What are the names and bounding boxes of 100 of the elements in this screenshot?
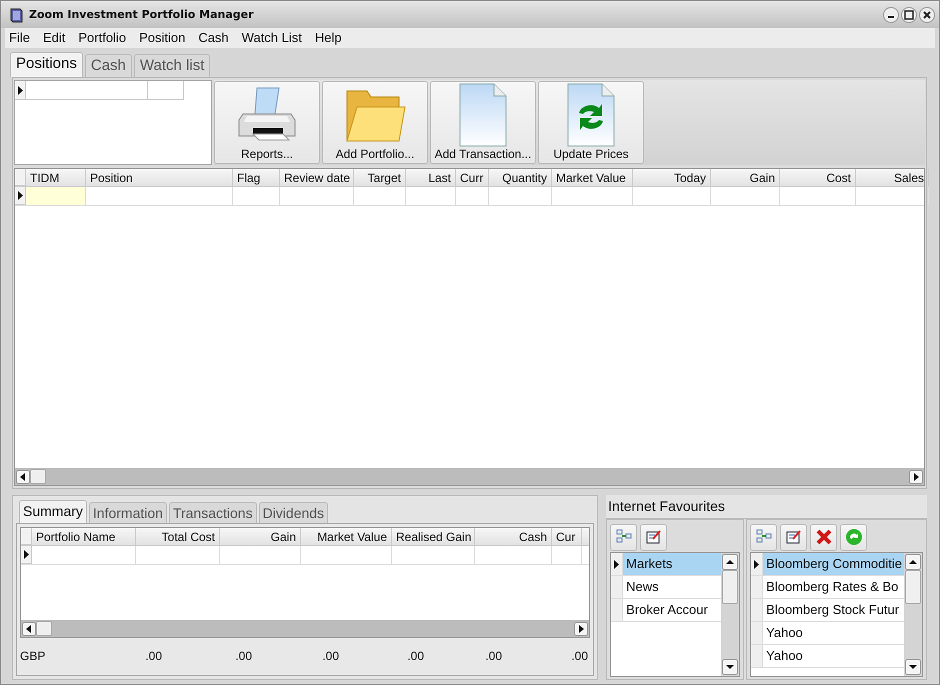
total-value: .00 <box>234 648 252 662</box>
edit-icon <box>644 528 663 546</box>
column-header[interactable]: Curr <box>456 169 489 186</box>
menu-item[interactable]: Portfolio <box>78 30 126 46</box>
column-header[interactable]: Realised Gain <box>392 528 475 545</box>
tab[interactable]: Information <box>88 502 167 523</box>
panel-title: Internet Favourites <box>606 495 927 519</box>
menu-item[interactable]: Position <box>139 30 186 46</box>
window-title: Zoom Investment Portfolio Manager <box>29 8 255 21</box>
column-header[interactable]: Gain <box>711 169 780 186</box>
column-header[interactable]: Quantity <box>489 169 552 186</box>
tab[interactable]: Watch list <box>134 54 210 77</box>
toolbar-button[interactable]: Reports... <box>214 81 320 164</box>
column-header[interactable]: Cost <box>780 169 856 186</box>
list-item[interactable]: News <box>623 576 722 598</box>
total-value: .00 <box>406 648 424 662</box>
row-indicator-icon <box>754 560 760 568</box>
column-header[interactable]: Last <box>406 169 456 186</box>
scroll-left-button <box>16 470 30 484</box>
column-header[interactable]: Gain <box>220 528 301 545</box>
menu-item[interactable]: Help <box>314 30 342 46</box>
total-value: .00 <box>321 648 339 662</box>
tab[interactable]: Summary <box>19 500 87 523</box>
menu-item[interactable]: Cash <box>198 30 229 46</box>
horizontal-scrollbar[interactable] <box>15 468 924 485</box>
column-header[interactable]: Today <box>633 169 711 186</box>
list-item[interactable]: Yahoo <box>763 622 904 644</box>
summary-table[interactable]: Portfolio Name Total Cost Gain Market Value Realised Gain Cash Cur <box>20 527 590 638</box>
menu-item[interactable]: Edit <box>42 30 66 46</box>
scroll-right-button <box>909 470 923 484</box>
scroll-left-button <box>22 622 36 636</box>
list-item[interactable]: Bloomberg Stock Futur <box>763 599 904 621</box>
column-header[interactable]: Portfolio Name <box>32 528 136 545</box>
column-header[interactable]: Sales <box>856 169 929 186</box>
column-header[interactable]: Position <box>86 169 233 186</box>
tab[interactable]: Positions <box>10 52 83 77</box>
menu-item[interactable]: Watch List <box>242 30 302 46</box>
column-header[interactable]: Market Value <box>301 528 392 545</box>
list-item[interactable]: Yahoo <box>763 645 904 667</box>
column-header[interactable]: Flag <box>233 169 280 186</box>
maximize-button[interactable] <box>901 6 917 22</box>
close-button[interactable] <box>919 6 935 22</box>
total-value: .00 <box>144 648 162 662</box>
scrollbar-thumb[interactable] <box>36 621 52 636</box>
edit-icon <box>784 528 803 546</box>
scroll-up-button <box>905 554 921 570</box>
row-header[interactable] <box>751 553 764 575</box>
row-header[interactable] <box>15 81 26 100</box>
printer-icon <box>237 86 297 144</box>
column-header[interactable]: Cash <box>475 528 552 545</box>
delete-icon <box>814 528 833 546</box>
toolbar-button[interactable]: Update Prices <box>538 81 644 164</box>
toolbar-button[interactable]: Add Transaction... <box>430 81 536 164</box>
menu-item[interactable]: File <box>9 30 30 46</box>
tab[interactable]: Transactions <box>168 502 257 523</box>
row-header[interactable] <box>15 187 26 205</box>
total-value: GBP <box>20 648 46 662</box>
link-list[interactable]: Bloomberg Commoditie Bloomberg Rates & Bo Bloomberg Stock Futur Yahoo Yahoo <box>750 552 923 677</box>
scroll-down-button <box>722 659 738 675</box>
scrollbar-thumb[interactable] <box>722 570 738 604</box>
scroll-down-button <box>905 659 921 675</box>
link-list[interactable]: Markets News Broker Accour <box>610 552 740 677</box>
row-header[interactable] <box>21 546 32 564</box>
column-header[interactable]: Total Cost <box>136 528 220 545</box>
toolbar-button[interactable]: Add Portfolio... <box>322 81 428 164</box>
tab[interactable]: Dividends <box>258 502 328 523</box>
column-header[interactable]: Market Value <box>552 169 633 186</box>
column-header[interactable]: Target <box>354 169 406 186</box>
vertical-scrollbar[interactable] <box>721 553 740 676</box>
scrollbar-thumb[interactable] <box>905 570 921 604</box>
tool-button[interactable] <box>640 524 668 550</box>
total-value: .00 <box>570 648 588 662</box>
document-icon <box>459 82 507 146</box>
refresh-icon <box>844 528 863 546</box>
total-value: .00 <box>484 648 502 662</box>
tab[interactable]: Cash <box>84 54 132 77</box>
column-header[interactable]: Cur <box>552 528 582 545</box>
row-header[interactable] <box>611 553 624 575</box>
column-header[interactable]: Review date <box>280 169 354 186</box>
list-item[interactable]: Markets <box>623 553 722 575</box>
list-item[interactable]: Bloomberg Commoditie <box>763 553 904 575</box>
tool-button[interactable] <box>780 524 808 550</box>
row-indicator-icon <box>18 191 22 200</box>
column-header[interactable]: TIDM <box>26 169 86 186</box>
row-indicator-icon <box>614 560 620 568</box>
scroll-right-button <box>574 622 588 636</box>
list-item[interactable]: Bloomberg Rates & Bo <box>763 576 904 598</box>
row-indicator-icon <box>24 550 28 559</box>
row-indicator-icon <box>18 86 22 94</box>
horizontal-scrollbar[interactable] <box>21 620 590 637</box>
corner-header <box>15 169 26 186</box>
scrollbar-thumb[interactable] <box>30 469 46 484</box>
minimize-button[interactable] <box>883 6 899 22</box>
corner-header <box>21 528 32 545</box>
vertical-scrollbar[interactable] <box>904 553 922 676</box>
scroll-up-button <box>722 554 738 570</box>
refresh-icon <box>567 82 615 146</box>
list-item[interactable]: Broker Accour <box>623 599 722 621</box>
table-cell <box>26 187 86 205</box>
table-cell <box>148 81 184 100</box>
